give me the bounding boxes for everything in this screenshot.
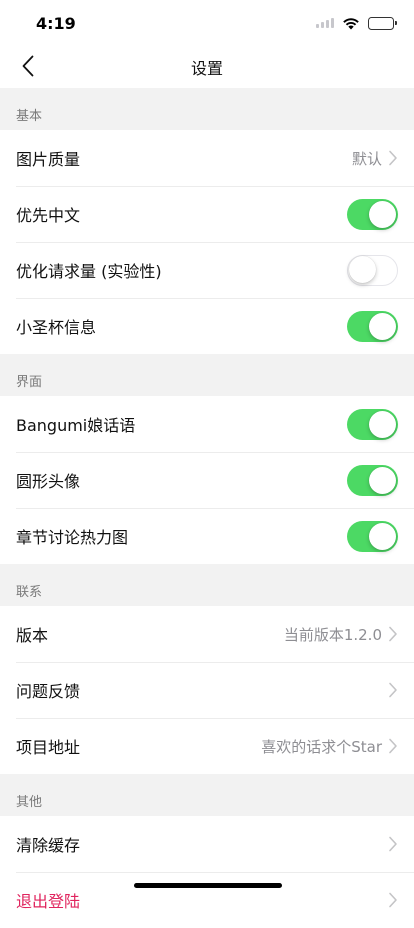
- settings-row-2-2[interactable]: 项目地址 喜欢的话求个Star: [0, 718, 414, 774]
- row-value: 默认: [351, 149, 382, 168]
- row-label: Bangumi娘话语: [16, 416, 136, 435]
- chevron-right-icon: [389, 738, 397, 754]
- toggle-knob: [369, 522, 396, 550]
- toggle-switch[interactable]: [347, 198, 398, 230]
- settings-row-1-1: 圆形头像: [0, 452, 414, 508]
- chevron-right-icon: [389, 892, 397, 908]
- settings-row-2-1[interactable]: 问题反馈: [0, 662, 414, 718]
- status-time: 4:19: [36, 14, 76, 33]
- section-header: 界面: [0, 354, 414, 396]
- row-label: 清除缓存: [16, 836, 81, 855]
- wifi-icon: [343, 18, 359, 30]
- page-title: 设置: [190, 59, 223, 78]
- row-value: 喜欢的话求个Star: [261, 737, 382, 756]
- row-label: 版本: [16, 626, 49, 645]
- toggle-knob: [369, 312, 396, 340]
- chevron-right-icon: [389, 836, 397, 852]
- settings-list: 基本图片质量 默认优先中文优化请求量 (实验性) 小圣杯信息界面 Bangumi娘话语…: [0, 88, 414, 928]
- row-label: 小圣杯信息: [16, 318, 97, 337]
- toggle-switch[interactable]: [347, 464, 398, 496]
- row-label: 图片质量: [16, 150, 81, 169]
- settings-row-0-1: 优先中文: [0, 186, 414, 242]
- section-header: 其他: [0, 774, 414, 816]
- row-label: 圆形头像: [16, 472, 81, 491]
- battery-icon: [368, 16, 397, 30]
- toggle-switch[interactable]: [347, 408, 398, 440]
- toggle-knob: [369, 200, 396, 228]
- toggle-knob: [369, 466, 396, 494]
- toggle-switch[interactable]: [347, 254, 398, 286]
- toggle-switch[interactable]: [347, 310, 398, 342]
- section-header: 联系: [0, 564, 414, 606]
- chevron-right-icon: [389, 682, 397, 698]
- chevron-right-icon: [389, 150, 397, 166]
- status-icons: [316, 16, 397, 30]
- settings-row-0-2: 优化请求量 (实验性): [0, 242, 414, 298]
- settings-row-0-0[interactable]: 图片质量 默认: [0, 130, 414, 186]
- row-label: 章节讨论热力图: [16, 528, 129, 547]
- row-label: 优化请求量 (实验性): [16, 262, 162, 281]
- row-label: 退出登陆: [16, 892, 81, 911]
- settings-row-3-1[interactable]: 退出登陆: [0, 872, 414, 928]
- toggle-knob: [348, 256, 376, 283]
- row-label: 项目地址: [16, 738, 81, 757]
- nav-bar: 设置: [0, 44, 414, 88]
- settings-row-0-3: 小圣杯信息: [0, 298, 414, 354]
- settings-row-1-0: Bangumi娘话语: [0, 396, 414, 452]
- signal-icon: [316, 18, 334, 28]
- status-bar: 4:19: [0, 0, 414, 44]
- home-indicator: [134, 883, 282, 888]
- toggle-knob: [369, 410, 396, 438]
- settings-row-1-2: 章节讨论热力图: [0, 508, 414, 564]
- settings-row-3-0[interactable]: 清除缓存: [0, 816, 414, 872]
- settings-row-2-0[interactable]: 版本 当前版本1.2.0: [0, 606, 414, 662]
- row-label: 问题反馈: [16, 682, 81, 701]
- toggle-switch[interactable]: [347, 520, 398, 552]
- section-header: 基本: [0, 88, 414, 130]
- row-value: 当前版本1.2.0: [283, 625, 382, 644]
- chevron-right-icon: [389, 626, 397, 642]
- row-label: 优先中文: [16, 206, 81, 225]
